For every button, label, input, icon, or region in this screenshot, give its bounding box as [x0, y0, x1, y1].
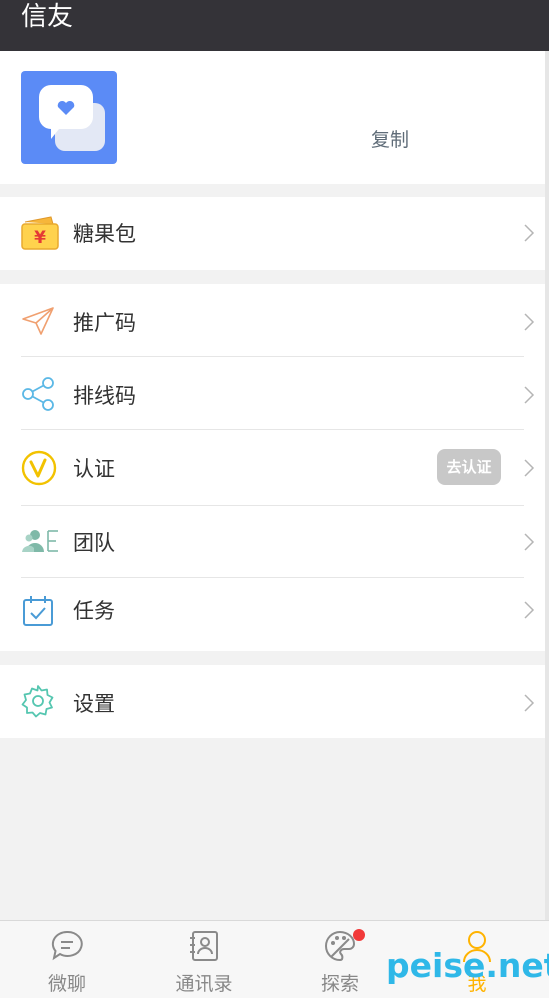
verify-v-icon — [21, 450, 57, 486]
menu-item-label: 团队 — [73, 531, 115, 555]
menu-item-wallet[interactable]: ¥ 糖果包 — [0, 197, 545, 270]
page-title: 信友 — [21, 2, 74, 32]
settings-group: 设置 — [0, 665, 545, 738]
tab-explore[interactable]: 探索 — [285, 921, 395, 998]
avatar[interactable] — [21, 71, 117, 164]
wallet-yen-icon: ¥ — [21, 216, 59, 250]
menu-item-label: 认证 — [73, 457, 115, 481]
chevron-right-icon — [524, 459, 535, 477]
menu-item-label: 任务 — [73, 599, 115, 623]
menu-item-label: 糖果包 — [73, 222, 136, 246]
chevron-right-icon — [524, 601, 535, 619]
team-icon — [22, 530, 58, 552]
tab-label: 微聊 — [47, 973, 86, 995]
menu-group: 推广码 排线码 认证 去认证 团队 任务 — [0, 284, 545, 651]
menu-item-promo-code[interactable]: 推广码 — [0, 284, 545, 356]
gear-icon — [21, 685, 54, 718]
svg-text:¥: ¥ — [34, 228, 46, 248]
menu-item-settings[interactable]: 设置 — [0, 665, 545, 738]
share-icon — [22, 377, 54, 411]
tab-contacts[interactable]: 通讯录 — [149, 921, 259, 998]
copy-button[interactable]: 复制 — [371, 125, 409, 152]
menu-item-verify[interactable]: 认证 去认证 — [0, 430, 545, 505]
app-header: 信友 — [0, 0, 549, 51]
wallet-group: ¥ 糖果包 — [0, 197, 545, 270]
palette-icon — [325, 930, 356, 962]
menu-item-tasks[interactable]: 任务 — [0, 578, 545, 651]
tab-chat[interactable]: 微聊 — [12, 921, 122, 998]
menu-item-team[interactable]: 团队 — [0, 506, 545, 577]
chevron-right-icon — [524, 386, 535, 404]
chevron-right-icon — [524, 224, 535, 242]
chevron-right-icon — [524, 533, 535, 551]
menu-item-share-code[interactable]: 排线码 — [0, 357, 545, 429]
menu-item-label: 设置 — [73, 692, 115, 716]
calendar-check-icon — [23, 596, 53, 626]
scrollbar-track — [545, 51, 549, 920]
profile-card[interactable]: 复制 — [0, 51, 545, 184]
paper-plane-icon — [22, 307, 54, 335]
chevron-right-icon — [524, 313, 535, 331]
contacts-icon — [190, 931, 218, 961]
chat-bubble-icon — [51, 930, 83, 961]
tab-label: 探索 — [320, 973, 359, 995]
notification-dot — [353, 929, 365, 941]
tab-label: 通讯录 — [175, 973, 233, 995]
verify-badge[interactable]: 去认证 — [437, 449, 501, 485]
menu-item-label: 推广码 — [73, 311, 136, 335]
chevron-right-icon — [524, 694, 535, 712]
chat-heart-icon — [39, 85, 105, 151]
menu-item-label: 排线码 — [73, 384, 136, 408]
watermark: peise.net — [386, 946, 549, 985]
